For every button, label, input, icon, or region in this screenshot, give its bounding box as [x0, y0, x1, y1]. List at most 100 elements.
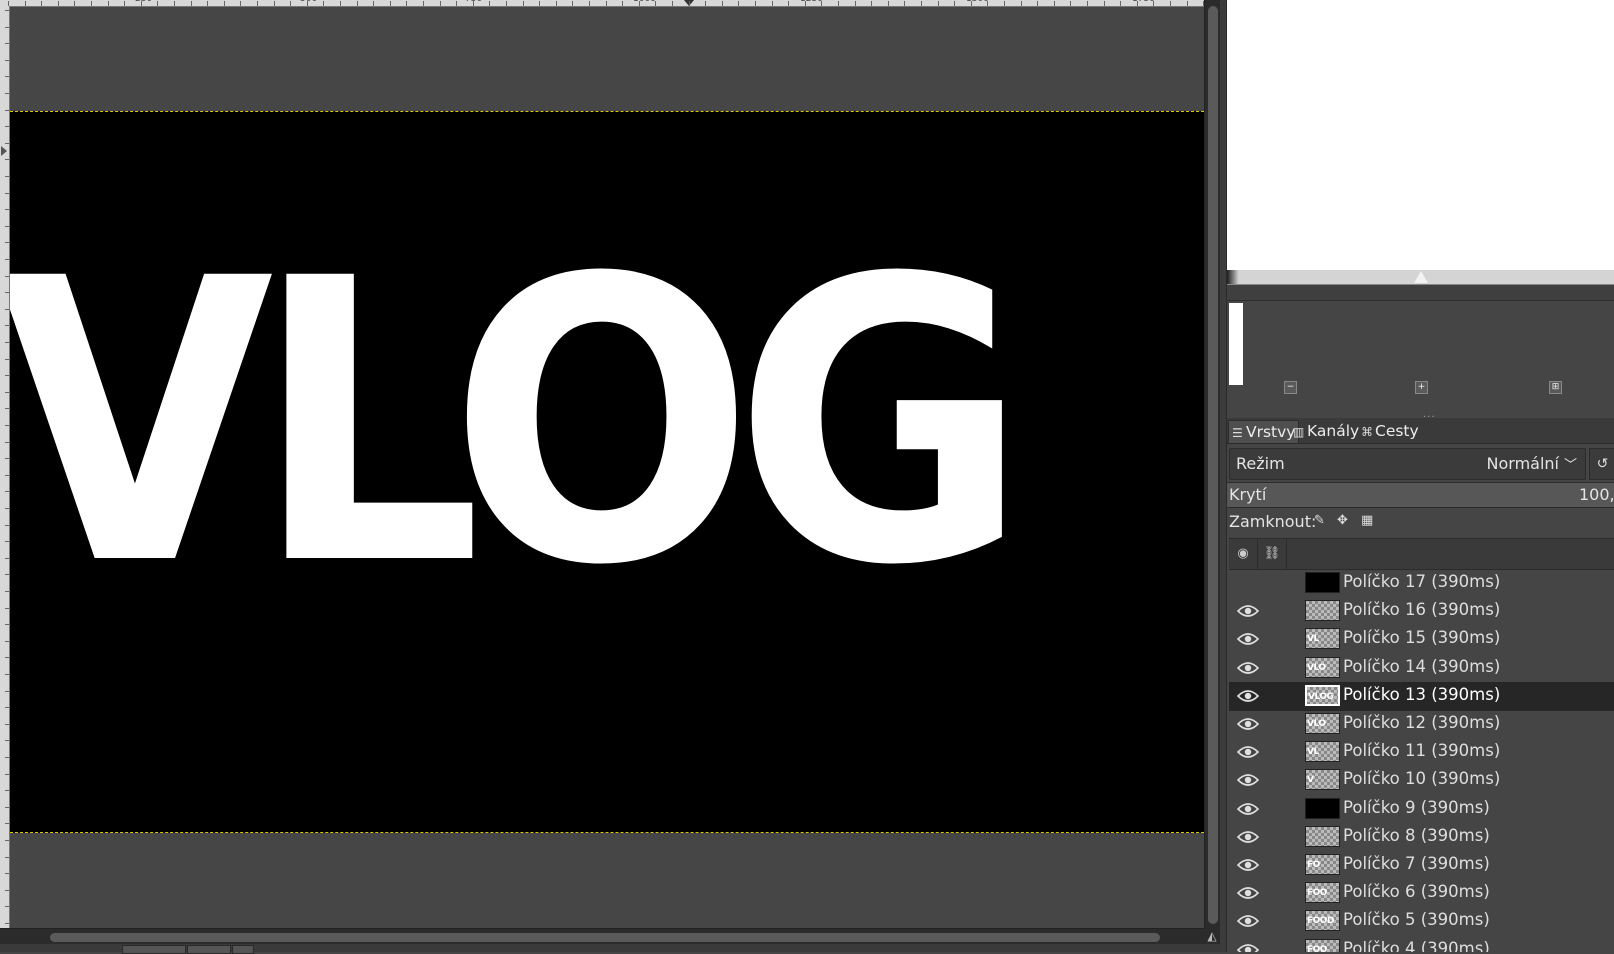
gradient-slider[interactable] — [1227, 270, 1614, 285]
ruler-tick — [705, 1, 707, 6]
eye-icon[interactable] — [1237, 661, 1259, 675]
tab-paths[interactable]: ⌘ Cesty — [1358, 420, 1422, 442]
layer-row[interactable]: FO Políčko 7 (390ms) — [1229, 851, 1614, 880]
brush-preview[interactable] — [1229, 303, 1243, 385]
ruler-tick — [124, 1, 126, 6]
tab-channels[interactable]: ▥ Kanály — [1290, 420, 1362, 442]
grid-icon[interactable]: ⊞ — [1549, 381, 1562, 394]
ruler-tick — [257, 1, 258, 6]
lock-position-icon[interactable]: ✥ — [1337, 513, 1348, 528]
color-preview-area[interactable] — [1227, 0, 1614, 270]
opacity-slider[interactable]: Krytí 100, — [1227, 482, 1614, 508]
ruler-tick — [5, 624, 9, 626]
ruler-tick — [5, 823, 9, 825]
layers-icon: ☰ — [1232, 426, 1243, 440]
eye-icon[interactable] — [1237, 943, 1259, 952]
eye-icon[interactable] — [1237, 745, 1259, 759]
ruler-tick — [1053, 1, 1055, 6]
ruler-tick — [771, 1, 773, 6]
opacity-label: Krytí — [1229, 485, 1267, 504]
ruler-label: 1500 — [966, 0, 989, 4]
mode-select[interactable]: Režim Normální ﹀ — [1229, 448, 1586, 480]
layers-list[interactable]: Políčko 17 (390ms) Políčko 16 (390ms) VL Po… — [1229, 569, 1614, 952]
eye-icon[interactable] — [1237, 802, 1259, 816]
layer-row[interactable]: Políčko 9 (390ms) — [1229, 795, 1614, 824]
eye-icon[interactable] — [1237, 830, 1259, 844]
horizontal-ruler[interactable]: 250 500 750 1000 1250 1500 1750 — [0, 0, 1204, 7]
ruler-label: 1000 — [633, 0, 656, 4]
status-zoom-dropdown[interactable] — [187, 945, 231, 954]
ruler-tick — [1170, 1, 1171, 6]
ruler-tick — [887, 1, 889, 6]
layer-thumbnail — [1305, 797, 1340, 819]
image-canvas-area[interactable]: VLOG — [10, 7, 1204, 928]
layer-row[interactable]: VLO Políčko 14 (390ms) — [1229, 654, 1614, 683]
dock-divider[interactable] — [1220, 0, 1227, 952]
vertical-ruler[interactable] — [0, 6, 10, 928]
reset-icon[interactable]: ↺ — [1589, 448, 1614, 480]
layer-thumbnail: VL — [1305, 628, 1340, 650]
ruler-tick — [589, 1, 590, 6]
ruler-tick — [937, 1, 939, 6]
add-icon[interactable]: + — [1415, 381, 1428, 394]
ruler-tick — [5, 242, 9, 244]
layer-thumbnail: VL — [1305, 741, 1340, 763]
ruler-tick — [970, 1, 972, 6]
layer-row[interactable]: Políčko 16 (390ms) — [1229, 597, 1614, 626]
brush-panel: − + ⊞ — [1227, 301, 1614, 413]
ruler-tick — [5, 557, 9, 559]
status-extra-button[interactable] — [232, 945, 254, 954]
layer-name: Políčko 17 (390ms) — [1343, 572, 1501, 591]
layer-name: Políčko 9 (390ms) — [1343, 797, 1490, 817]
ruler-label: 500 — [300, 0, 317, 4]
layer-thumbnail: FOO — [1305, 938, 1340, 952]
layer-row[interactable]: Políčko 8 (390ms) — [1229, 823, 1614, 852]
ruler-tick — [5, 690, 9, 692]
ruler-tick — [5, 43, 9, 45]
chevron-down-icon: ﹀ — [1563, 458, 1577, 473]
ruler-tick — [738, 1, 740, 6]
remove-icon[interactable]: − — [1284, 381, 1297, 394]
vertical-scrollbar[interactable] — [1204, 0, 1221, 928]
eye-icon[interactable] — [1237, 858, 1259, 872]
navigate-icon[interactable]: ◭ — [1204, 928, 1220, 944]
eye-icon[interactable] — [1237, 914, 1259, 928]
status-unit-dropdown[interactable] — [122, 945, 186, 954]
image-canvas[interactable]: VLOG — [10, 111, 1204, 833]
eye-icon[interactable] — [1237, 886, 1259, 900]
layer-name: Políčko 4 (390ms) — [1343, 938, 1490, 952]
layer-row[interactable]: FOOD Políčko 5 (390ms) — [1229, 907, 1614, 936]
vertical-scrollbar-thumb[interactable] — [1208, 6, 1218, 924]
layer-row[interactable]: Políčko 17 (390ms) — [1229, 569, 1614, 598]
eye-icon[interactable] — [1237, 689, 1259, 703]
layer-row[interactable]: VLO Políčko 12 (390ms) — [1229, 710, 1614, 739]
eye-icon[interactable] — [1237, 604, 1259, 618]
horizontal-scrollbar[interactable] — [0, 928, 1204, 945]
visibility-header-icon[interactable]: ◉ — [1229, 539, 1258, 569]
slider-marker-icon[interactable] — [1414, 271, 1428, 283]
ruler-tick — [1120, 1, 1122, 6]
layer-row[interactable]: V Políčko 10 (390ms) — [1229, 766, 1614, 795]
lock-pixels-icon[interactable]: ✎ — [1314, 513, 1325, 528]
layer-row[interactable]: VLOG Políčko 13 (390ms) — [1229, 681, 1614, 711]
visibility-toggle[interactable] — [1237, 576, 1259, 590]
ruler-tick — [5, 358, 9, 360]
ruler-tick — [439, 1, 441, 6]
lock-alpha-icon[interactable]: ▦ — [1361, 513, 1373, 528]
layer-row[interactable]: FOO Políčko 6 (390ms) — [1229, 879, 1614, 908]
layer-row[interactable]: VL Políčko 11 (390ms) — [1229, 738, 1614, 767]
ruler-tick — [5, 923, 9, 924]
ruler-tick — [5, 176, 9, 177]
ruler-tick — [1103, 1, 1105, 6]
horizontal-scrollbar-thumb[interactable] — [50, 933, 1160, 942]
tab-layers[interactable]: ☰ Vrstvy — [1228, 420, 1300, 443]
eye-icon[interactable] — [1237, 717, 1259, 731]
eye-icon[interactable] — [1237, 773, 1259, 787]
layers-list-header: ◉ ⛓ — [1229, 538, 1614, 570]
chain-header-icon[interactable]: ⛓ — [1258, 539, 1287, 569]
ruler-tick — [5, 640, 9, 642]
ruler-tick — [655, 1, 657, 6]
layer-row[interactable]: VL Políčko 15 (390ms) — [1229, 625, 1614, 654]
layer-row[interactable]: FOO Políčko 4 (390ms) — [1229, 936, 1614, 952]
eye-icon[interactable] — [1237, 632, 1259, 646]
